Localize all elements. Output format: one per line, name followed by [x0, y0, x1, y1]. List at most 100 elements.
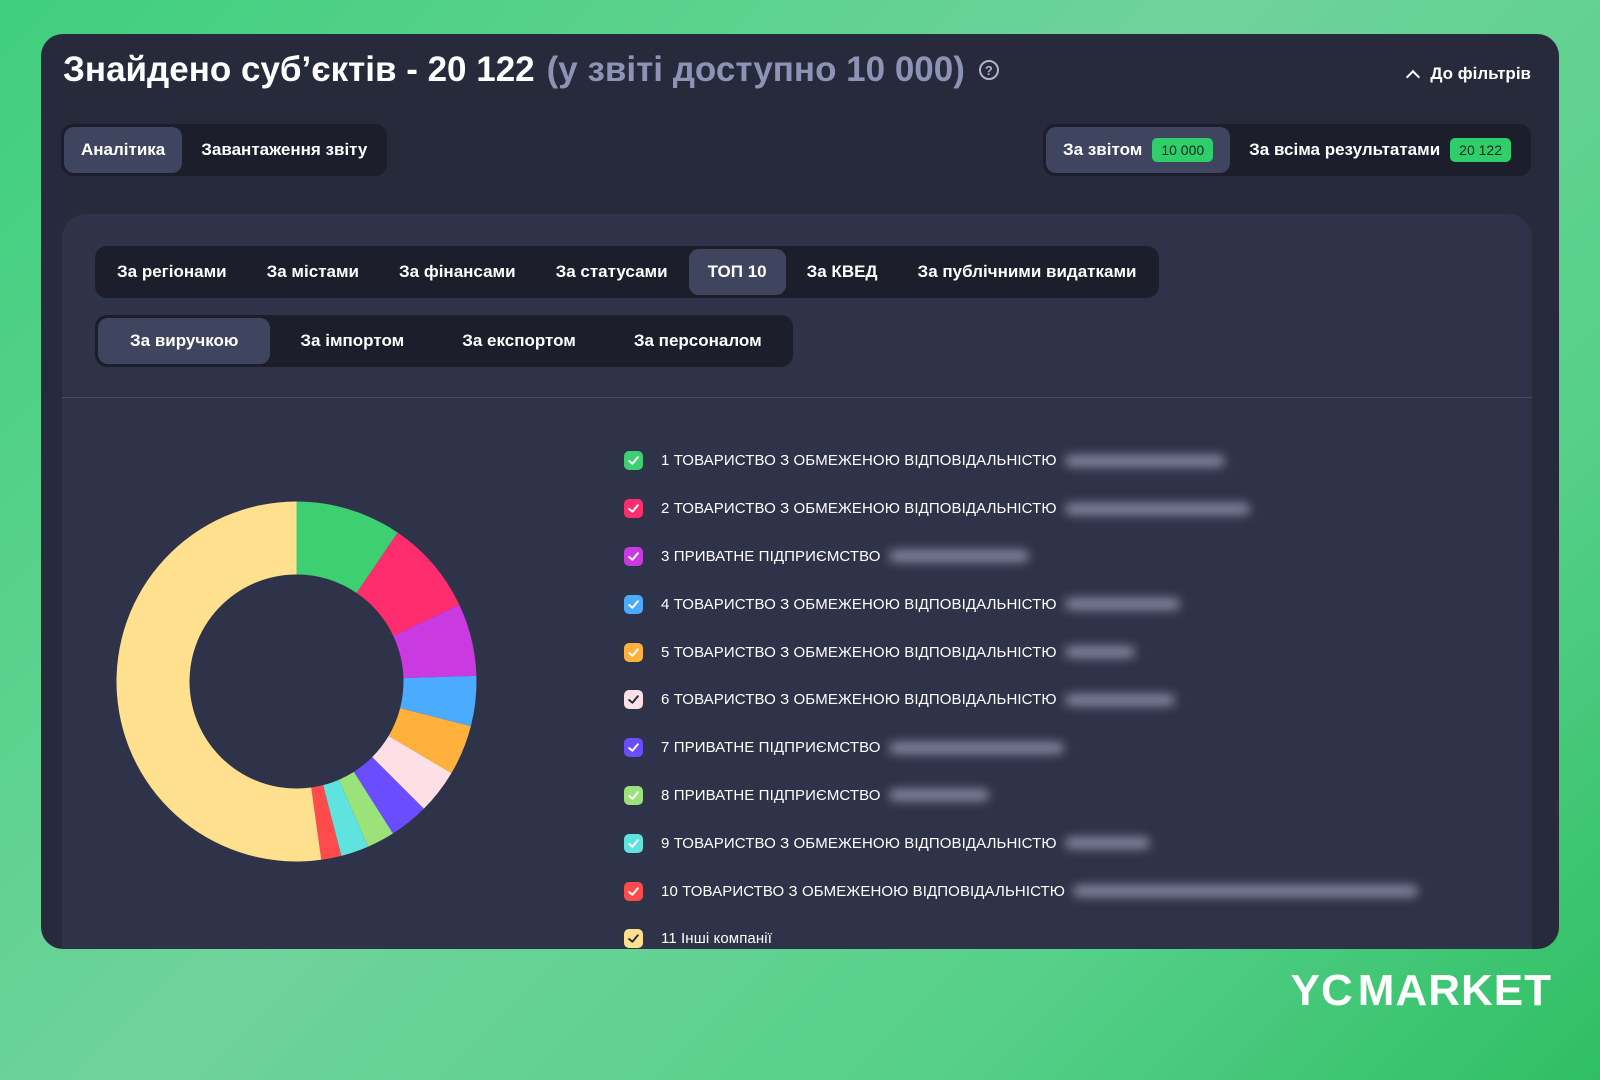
tab-finances[interactable]: За фінансами — [380, 249, 535, 295]
back-to-filters-button[interactable]: До фільтрів — [1406, 64, 1531, 84]
tab-label: За фінансами — [399, 262, 516, 281]
legend-label: 6 ТОВАРИСТВО З ОБМЕЖЕНОЮ ВІДПОВІДАЛЬНІСТ… — [661, 691, 1057, 709]
tab-analytics[interactable]: Аналітика — [64, 127, 183, 173]
back-to-filters-label: До фільтрів — [1430, 64, 1531, 83]
brand-yc: YC — [1290, 966, 1354, 1015]
legend-label: 11 Інші компанії — [661, 930, 772, 948]
legend-label: 5 ТОВАРИСТВО З ОБМЕЖЕНОЮ ВІДПОВІДАЛЬНІСТ… — [661, 643, 1057, 661]
tab-all-results[interactable]: За всіма результатами 20 122 — [1232, 127, 1528, 173]
redacted-company-name — [1064, 598, 1180, 611]
checkbox[interactable] — [624, 833, 643, 853]
check-icon — [628, 456, 639, 466]
legend-item[interactable]: 9 ТОВАРИСТВО З ОБМЕЖЕНОЮ ВІДПОВІДАЛЬНІСТ… — [624, 819, 1418, 867]
legend-item[interactable]: 7 ПРИВАТНЕ ПІДПРИЄМСТВО — [624, 724, 1418, 772]
metric-tabs: За виручкою За імпортом За експортом За … — [95, 315, 793, 367]
checkbox[interactable] — [624, 929, 643, 949]
check-icon — [628, 552, 639, 561]
redacted-company-name — [1064, 454, 1225, 467]
tab-label: За публічними видатками — [917, 262, 1137, 281]
legend-label: 4 ТОВАРИСТВО З ОБМЕЖЕНОЮ ВІДПОВІДАЛЬНІСТ… — [661, 595, 1057, 613]
check-icon — [628, 504, 639, 513]
tab-by-export[interactable]: За експортом — [434, 318, 604, 364]
check-icon — [628, 791, 639, 800]
tab-by-staff[interactable]: За персоналом — [606, 318, 790, 364]
tab-top10[interactable]: ТОП 10 — [688, 249, 786, 295]
analytics-window: Знайдено суб’єктів - 20 122 (у звіті дос… — [41, 34, 1559, 949]
legend-label: 10 ТОВАРИСТВО З ОБМЕЖЕНОЮ ВІДПОВІДАЛЬНІС… — [661, 882, 1066, 900]
legend-label: 8 ПРИВАТНЕ ПІДПРИЄМСТВО — [661, 786, 881, 804]
tab-public-spending[interactable]: За публічними видатками — [899, 249, 1156, 295]
results-count-title: Знайдено суб’єктів - 20 122 — [63, 50, 535, 89]
report-count-badge: 10 000 — [1152, 138, 1214, 162]
redacted-company-name — [888, 789, 989, 802]
legend-label: 2 ТОВАРИСТВО З ОБМЕЖЕНОЮ ВІДПОВІДАЛЬНІСТ… — [661, 500, 1057, 518]
tab-by-report-label: За звітом — [1063, 140, 1143, 159]
redacted-company-name — [1064, 837, 1150, 850]
donut-slice-11[interactable] — [116, 501, 322, 862]
tab-cities[interactable]: За містами — [248, 249, 378, 295]
legend-item[interactable]: 4 ТОВАРИСТВО З ОБМЕЖЕНОЮ ВІДПОВІДАЛЬНІСТ… — [624, 580, 1418, 628]
tab-label: ТОП 10 — [707, 262, 767, 281]
tab-all-results-label: За всіма результатами — [1249, 140, 1441, 159]
redacted-company-name — [1073, 885, 1419, 898]
checkbox[interactable] — [624, 690, 643, 710]
chevron-up-icon — [1406, 69, 1421, 84]
legend-item[interactable]: 2 ТОВАРИСТВО З ОБМЕЖЕНОЮ ВІДПОВІДАЛЬНІСТ… — [624, 485, 1418, 533]
tab-label: За регіонами — [117, 262, 227, 281]
redacted-company-name — [1064, 502, 1250, 515]
analytics-panel: За регіонами За містами За фінансами За … — [62, 214, 1532, 949]
page-title: Знайдено суб’єктів - 20 122 (у звіті дос… — [63, 50, 999, 90]
legend-label: 7 ПРИВАТНЕ ПІДПРИЄМСТВО — [661, 739, 881, 757]
tab-label: За містами — [266, 262, 359, 281]
tab-analytics-label: Аналітика — [81, 140, 166, 159]
tab-label: За персоналом — [633, 331, 762, 350]
brand-logo: YC MARKET — [1291, 966, 1552, 1016]
legend-label: 3 ПРИВАТНЕ ПІДПРИЄМСТВО — [661, 547, 881, 565]
scope-tabs: За звітом 10 000 За всіма результатами 2… — [1043, 124, 1531, 176]
checkbox[interactable] — [624, 738, 643, 758]
legend-label: 1 ТОВАРИСТВО З ОБМЕЖЕНОЮ ВІДПОВІДАЛЬНІСТ… — [661, 452, 1057, 470]
redacted-company-name — [888, 550, 1029, 563]
tab-by-import[interactable]: За імпортом — [272, 318, 432, 364]
checkbox[interactable] — [624, 546, 643, 566]
revenue-donut-chart — [116, 501, 477, 862]
tab-statuses[interactable]: За статусами — [537, 249, 687, 295]
legend-item[interactable]: 1 ТОВАРИСТВО З ОБМЕЖЕНОЮ ВІДПОВІДАЛЬНІСТ… — [624, 437, 1418, 485]
legend-item[interactable]: 3 ПРИВАТНЕ ПІДПРИЄМСТВО — [624, 533, 1418, 581]
tab-regions[interactable]: За регіонами — [98, 249, 246, 295]
check-icon — [628, 695, 639, 705]
legend-item[interactable]: 6 ТОВАРИСТВО З ОБМЕЖЕНОЮ ВІДПОВІДАЛЬНІСТ… — [624, 676, 1418, 724]
divider — [62, 397, 1532, 398]
legend-item[interactable]: 8 ПРИВАТНЕ ПІДПРИЄМСТВО — [624, 772, 1418, 820]
checkbox[interactable] — [624, 785, 643, 805]
tab-by-revenue[interactable]: За виручкою — [98, 318, 271, 364]
tab-label: За КВЕД — [806, 262, 878, 281]
tab-report-download-label: Завантаження звіту — [201, 140, 368, 159]
legend-item[interactable]: 5 ТОВАРИСТВО З ОБМЕЖЕНОЮ ВІДПОВІДАЛЬНІСТ… — [624, 628, 1418, 676]
tab-label: За імпортом — [300, 331, 405, 350]
redacted-company-name — [1064, 646, 1135, 659]
tab-label: За виручкою — [130, 331, 239, 350]
check-icon — [628, 600, 639, 609]
tab-by-report[interactable]: За звітом 10 000 — [1046, 127, 1231, 173]
checkbox[interactable] — [624, 642, 643, 662]
redacted-company-name — [1064, 693, 1175, 706]
chart-legend: 1 ТОВАРИСТВО З ОБМЕЖЕНОЮ ВІДПОВІДАЛЬНІСТ… — [624, 437, 1419, 949]
check-icon — [628, 647, 639, 657]
brand-market: MARKET — [1357, 966, 1552, 1015]
checkbox[interactable] — [624, 451, 643, 471]
checkbox[interactable] — [624, 594, 643, 614]
checkbox[interactable] — [624, 499, 643, 519]
check-icon — [628, 934, 639, 944]
tab-label: За статусами — [555, 262, 668, 281]
tab-report-download[interactable]: Завантаження звіту — [184, 127, 384, 173]
all-results-count-badge: 20 122 — [1450, 138, 1511, 162]
view-tabs: Аналітика Завантаження звіту — [61, 124, 388, 176]
tab-kved[interactable]: За КВЕД — [788, 249, 897, 295]
checkbox[interactable] — [624, 881, 643, 901]
question-circle-icon[interactable]: ? — [978, 60, 999, 80]
redacted-company-name — [888, 741, 1064, 754]
legend-item[interactable]: 11 Інші компанії — [624, 915, 1418, 949]
legend-item[interactable]: 10 ТОВАРИСТВО З ОБМЕЖЕНОЮ ВІДПОВІДАЛЬНІС… — [624, 867, 1419, 915]
check-icon — [628, 886, 639, 896]
